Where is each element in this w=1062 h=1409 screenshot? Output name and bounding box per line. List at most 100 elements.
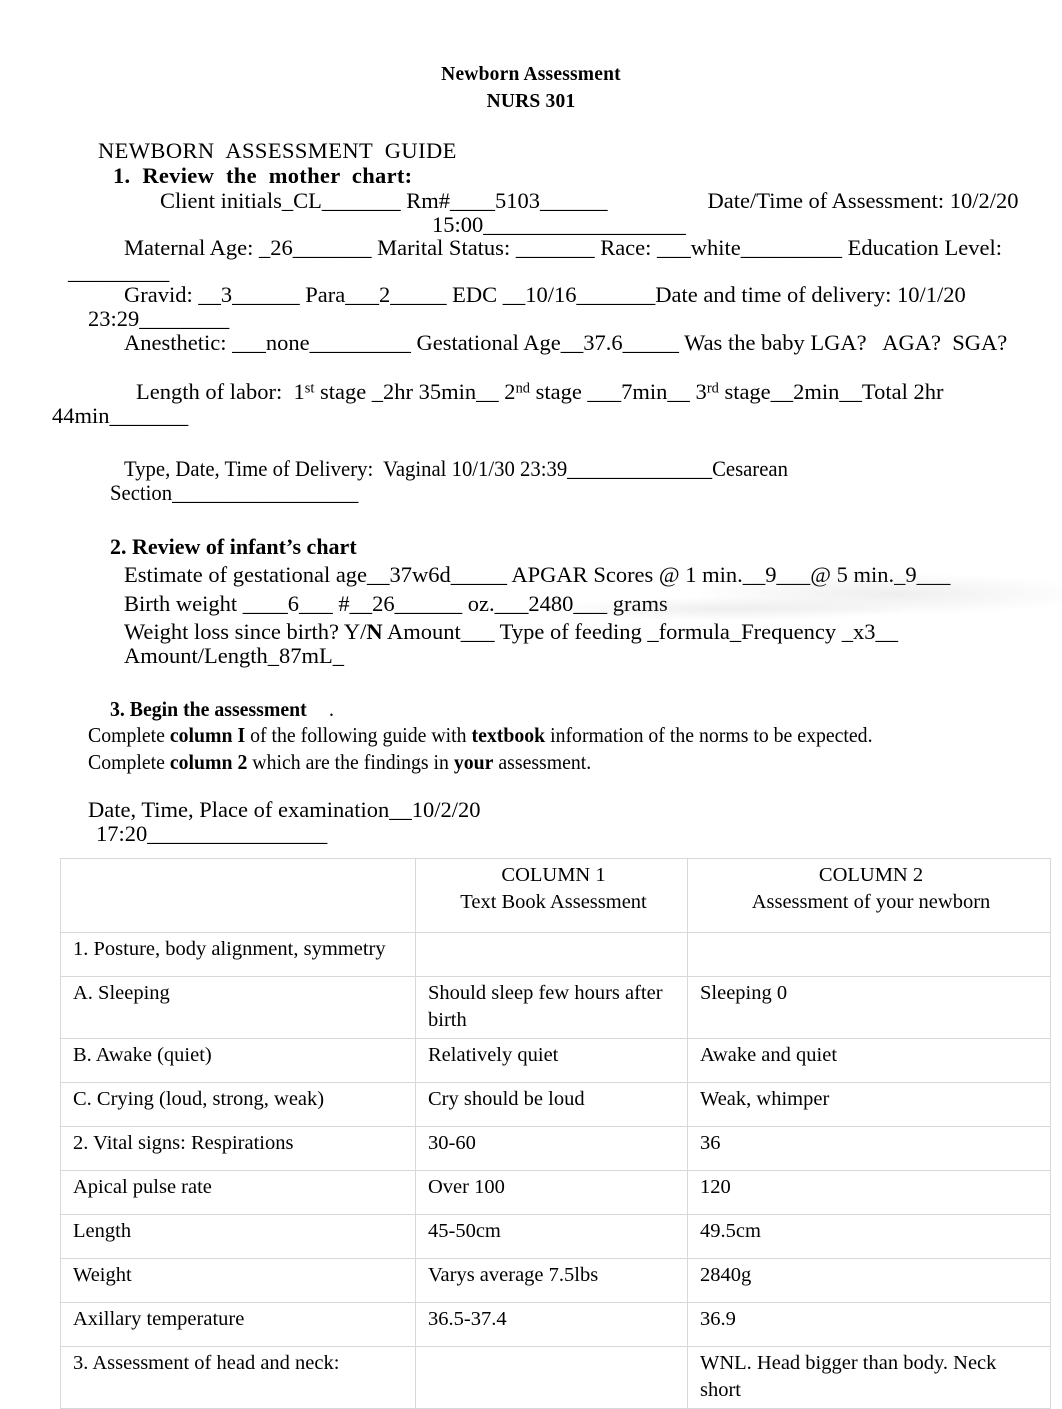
instr1-column-ref: column I <box>169 723 246 748</box>
delivery-datetime-continuation: 23:29________ <box>88 305 230 331</box>
table-cell-your-assessment: 120 <box>687 1170 1051 1215</box>
guide-heading: NEWBORN ASSESSMENT GUIDE <box>98 138 457 163</box>
assessment-time-line: 15:00__________________ <box>432 211 686 237</box>
type-of-delivery-text: Type, Date, Time of Delivery: Vaginal 10… <box>124 456 788 482</box>
exam-datetime-line: Date, Time, Place of examination__10/2/2… <box>88 797 481 823</box>
table-cell-textbook-assessment: 45-50cm <box>415 1214 688 1259</box>
gravid-para-text: Gravid: __3______ Para___2_____ EDC __10… <box>124 282 656 308</box>
instr1-textbook-ref: textbook <box>471 723 546 748</box>
anesthetic-line: Anesthetic: ___none_________ Gestational… <box>124 329 1008 355</box>
maternal-info-line: Maternal Age: _26_______ Marital Status:… <box>124 235 1002 261</box>
table-cell-item: Apical pulse rate <box>60 1170 416 1215</box>
table-cell-item: 1. Posture, body alignment, symmetry <box>60 932 416 977</box>
table-cell-your-assessment: WNL. Head bigger than body. Neck short <box>687 1346 1051 1409</box>
table-cell-your-assessment: Weak, whimper <box>687 1082 1051 1127</box>
table-header-blank <box>60 858 416 933</box>
instr2-your-ref: your <box>453 749 494 774</box>
table-cell-textbook-assessment <box>415 932 688 977</box>
instr1-e: information of the norms to be expected. <box>545 723 873 748</box>
table-cell-textbook-assessment: Over 100 <box>415 1170 688 1215</box>
section-3-heading: 3. Begin the assessment . <box>0 696 1062 722</box>
assessment-date-text: Date/Time of Assessment: 10/2/20 <box>707 188 1019 213</box>
table-row: Length 45-50cm 49.5cm <box>60 1214 1051 1259</box>
instr2-e: assessment. <box>493 749 592 774</box>
instruction-1-line: Complete column I of the following guide… <box>88 723 873 748</box>
table-cell-item: B. Awake (quiet) <box>60 1038 416 1083</box>
section-3-heading-bold: 3. Begin the assessment <box>110 696 307 721</box>
column-2-subtitle: Assessment of your newborn <box>751 891 991 913</box>
document-body: NEWBORN ASSESSMENT GUIDE 1. Review the m… <box>0 138 1062 845</box>
instruction-column-1: Complete column I of the following guide… <box>0 723 1062 748</box>
section-3-heading-tail: . <box>323 696 334 721</box>
table-cell-textbook-assessment: 36.5-37.4 <box>415 1302 688 1347</box>
section-1-number: 1. <box>113 163 131 188</box>
table-row: B. Awake (quiet) Relatively quiet Awake an… <box>60 1038 1051 1083</box>
document-header: Newborn Assessment NURS 301 <box>0 62 1062 115</box>
table-row: 1. Posture, body alignment, symmetry <box>60 932 1051 977</box>
table-cell-your-assessment: 36 <box>687 1126 1051 1171</box>
cesarean-section-text: Section__________________ <box>110 479 359 505</box>
table-cell-item: A. Sleeping <box>60 976 416 1039</box>
weight-loss-prefix: Weight loss since birth? Y/ <box>124 619 367 645</box>
table-cell-your-assessment: 49.5cm <box>687 1214 1051 1259</box>
weight-loss-line: Weight loss since birth? Y/N Amount___ T… <box>0 620 1062 667</box>
table-cell-your-assessment <box>687 932 1051 977</box>
length-of-labor-continuation: 44min_______ <box>52 402 189 428</box>
assessment-table: COLUMN 1 Text Book Assessment COLUMN 2 A… <box>60 858 1051 1409</box>
labor-prefix: Length of labor: 1 <box>136 379 305 405</box>
table-cell-item: Weight <box>60 1258 416 1303</box>
section-1-colon: : <box>404 163 413 188</box>
instr2-c: which are the findings in <box>247 749 454 774</box>
cesarean-section-continuation: Section__________________ <box>0 481 1062 505</box>
table-cell-your-assessment: 2840g <box>687 1258 1051 1303</box>
instruction-2-line: Complete column 2 which are the findings… <box>88 749 592 775</box>
table-row: A. Sleeping Should sleep few hours after … <box>60 976 1051 1039</box>
section-1-title: Review the mother chart <box>142 163 405 188</box>
instr2-column-ref: column 2 <box>169 749 248 774</box>
exam-datetime-continuation: 17:20________________ <box>96 820 328 846</box>
section-1-heading: 1. Review the mother chart: <box>0 163 1062 189</box>
table-row: 3. Assessment of head and neck: WNL. Head… <box>60 1346 1051 1409</box>
client-initials-line: Client initials_CL_______ Rm#____5103___… <box>0 189 1062 213</box>
instr1-c: of the following guide with <box>245 723 472 748</box>
table-cell-your-assessment: Awake and quiet <box>687 1038 1051 1083</box>
table-header-column-2: COLUMN 2 Assessment of your newborn <box>687 858 1051 933</box>
length-of-labor-line: Length of labor: 1st stage _2hr 35min__ … <box>0 380 1062 404</box>
table-row: 2. Vital signs: Respirations 30-60 36 <box>60 1126 1051 1171</box>
table-cell-textbook-assessment: Cry should be loud <box>415 1082 688 1127</box>
assessment-table-body: COLUMN 1 Text Book Assessment COLUMN 2 A… <box>60 858 1051 1409</box>
labor-sup-1st: st <box>304 380 315 397</box>
labor-mid-2: stage ___7min__ 3 <box>529 379 707 405</box>
table-row: Axillary temperature 36.5-37.4 36.9 <box>60 1302 1051 1347</box>
client-initials-text: Client initials_CL_______ Rm#____5103___… <box>160 188 608 213</box>
type-of-delivery-line: Type, Date, Time of Delivery: Vaginal 10… <box>0 457 1062 481</box>
column-1-title: COLUMN 1 <box>501 864 606 886</box>
labor-mid-1: stage _2hr 35min__ 2 <box>314 379 516 405</box>
birth-weight-line: Birth weight ____6___ #__26______ oz.___… <box>124 590 668 616</box>
section-2-heading: 2. Review of infant’s chart <box>110 533 357 559</box>
page-title: Newborn Assessment <box>441 64 621 85</box>
course-subtitle: NURS 301 <box>486 91 576 112</box>
table-header-column-1: COLUMN 1 Text Book Assessment <box>415 858 688 933</box>
instr1-a: Complete <box>88 723 170 748</box>
table-cell-your-assessment: 36.9 <box>687 1302 1051 1347</box>
labor-sup-2nd: nd <box>515 380 530 397</box>
table-cell-textbook-assessment: Varys average 7.5lbs <box>415 1258 688 1303</box>
table-cell-item: 3. Assessment of head and neck: <box>60 1346 416 1409</box>
table-row: C. Crying (loud, strong, weak) Cry should… <box>60 1082 1051 1127</box>
table-cell-item: 2. Vital signs: Respirations <box>60 1126 416 1171</box>
instr2-a: Complete <box>88 749 170 774</box>
labor-sup-3rd: rd <box>706 380 719 397</box>
maternal-info-continuation: _________ <box>68 258 170 284</box>
table-cell-textbook-assessment <box>415 1346 688 1409</box>
document-page: Newborn Assessment NURS 301 NEWBORN ASSE… <box>0 0 1062 1409</box>
table-cell-your-assessment: Sleeping 0 <box>687 976 1051 1039</box>
instruction-column-2: Complete column 2 which are the findings… <box>0 749 1062 775</box>
column-1-subtitle: Text Book Assessment <box>460 891 647 913</box>
gestational-age-line: Estimate of gestational age__37w6d_____ … <box>124 562 951 588</box>
table-cell-item: Length <box>60 1214 416 1259</box>
table-cell-textbook-assessment: 30-60 <box>415 1126 688 1171</box>
column-2-title: COLUMN 2 <box>818 864 924 886</box>
table-cell-textbook-assessment: Relatively quiet <box>415 1038 688 1083</box>
table-row: Apical pulse rate Over 100 120 <box>60 1170 1051 1215</box>
